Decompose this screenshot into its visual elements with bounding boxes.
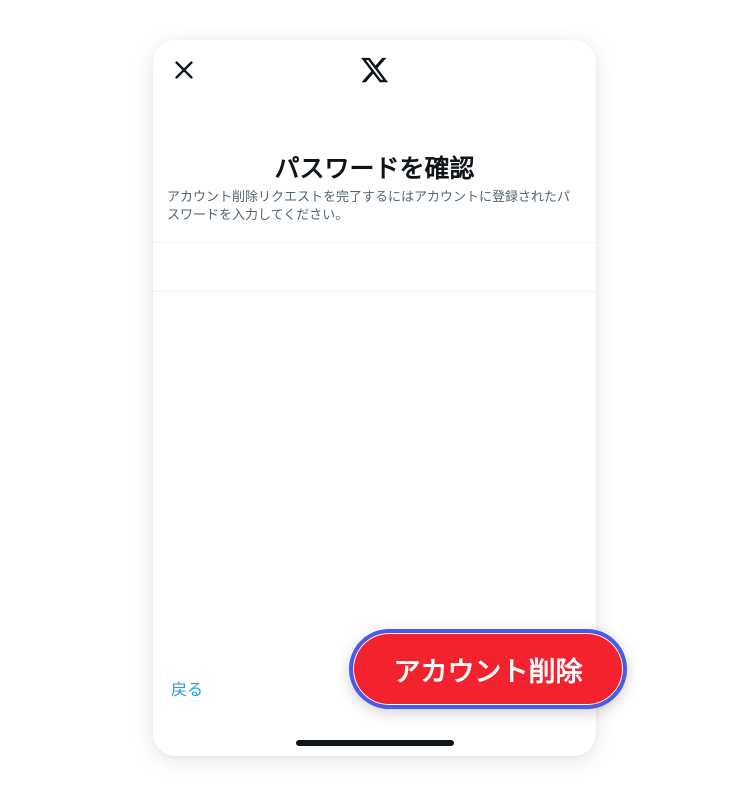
page-title: パスワードを確認 xyxy=(274,154,475,183)
password-input[interactable] xyxy=(153,243,596,291)
close-button[interactable] xyxy=(171,57,197,83)
close-icon xyxy=(175,61,193,79)
x-logo-icon xyxy=(361,57,389,83)
back-link[interactable]: 戻る xyxy=(171,676,203,700)
description-text: アカウント削除リクエストを完了するにはアカウントに登録されたパスワードを入力して… xyxy=(167,190,571,223)
home-indicator xyxy=(296,740,454,746)
delete-account-button[interactable]: アカウント削除 xyxy=(349,629,627,709)
page: パスワードを確認 アカウント削除リクエストを完了するにはアカウントに登録されたパ… xyxy=(0,0,750,800)
password-field[interactable] xyxy=(153,242,596,292)
